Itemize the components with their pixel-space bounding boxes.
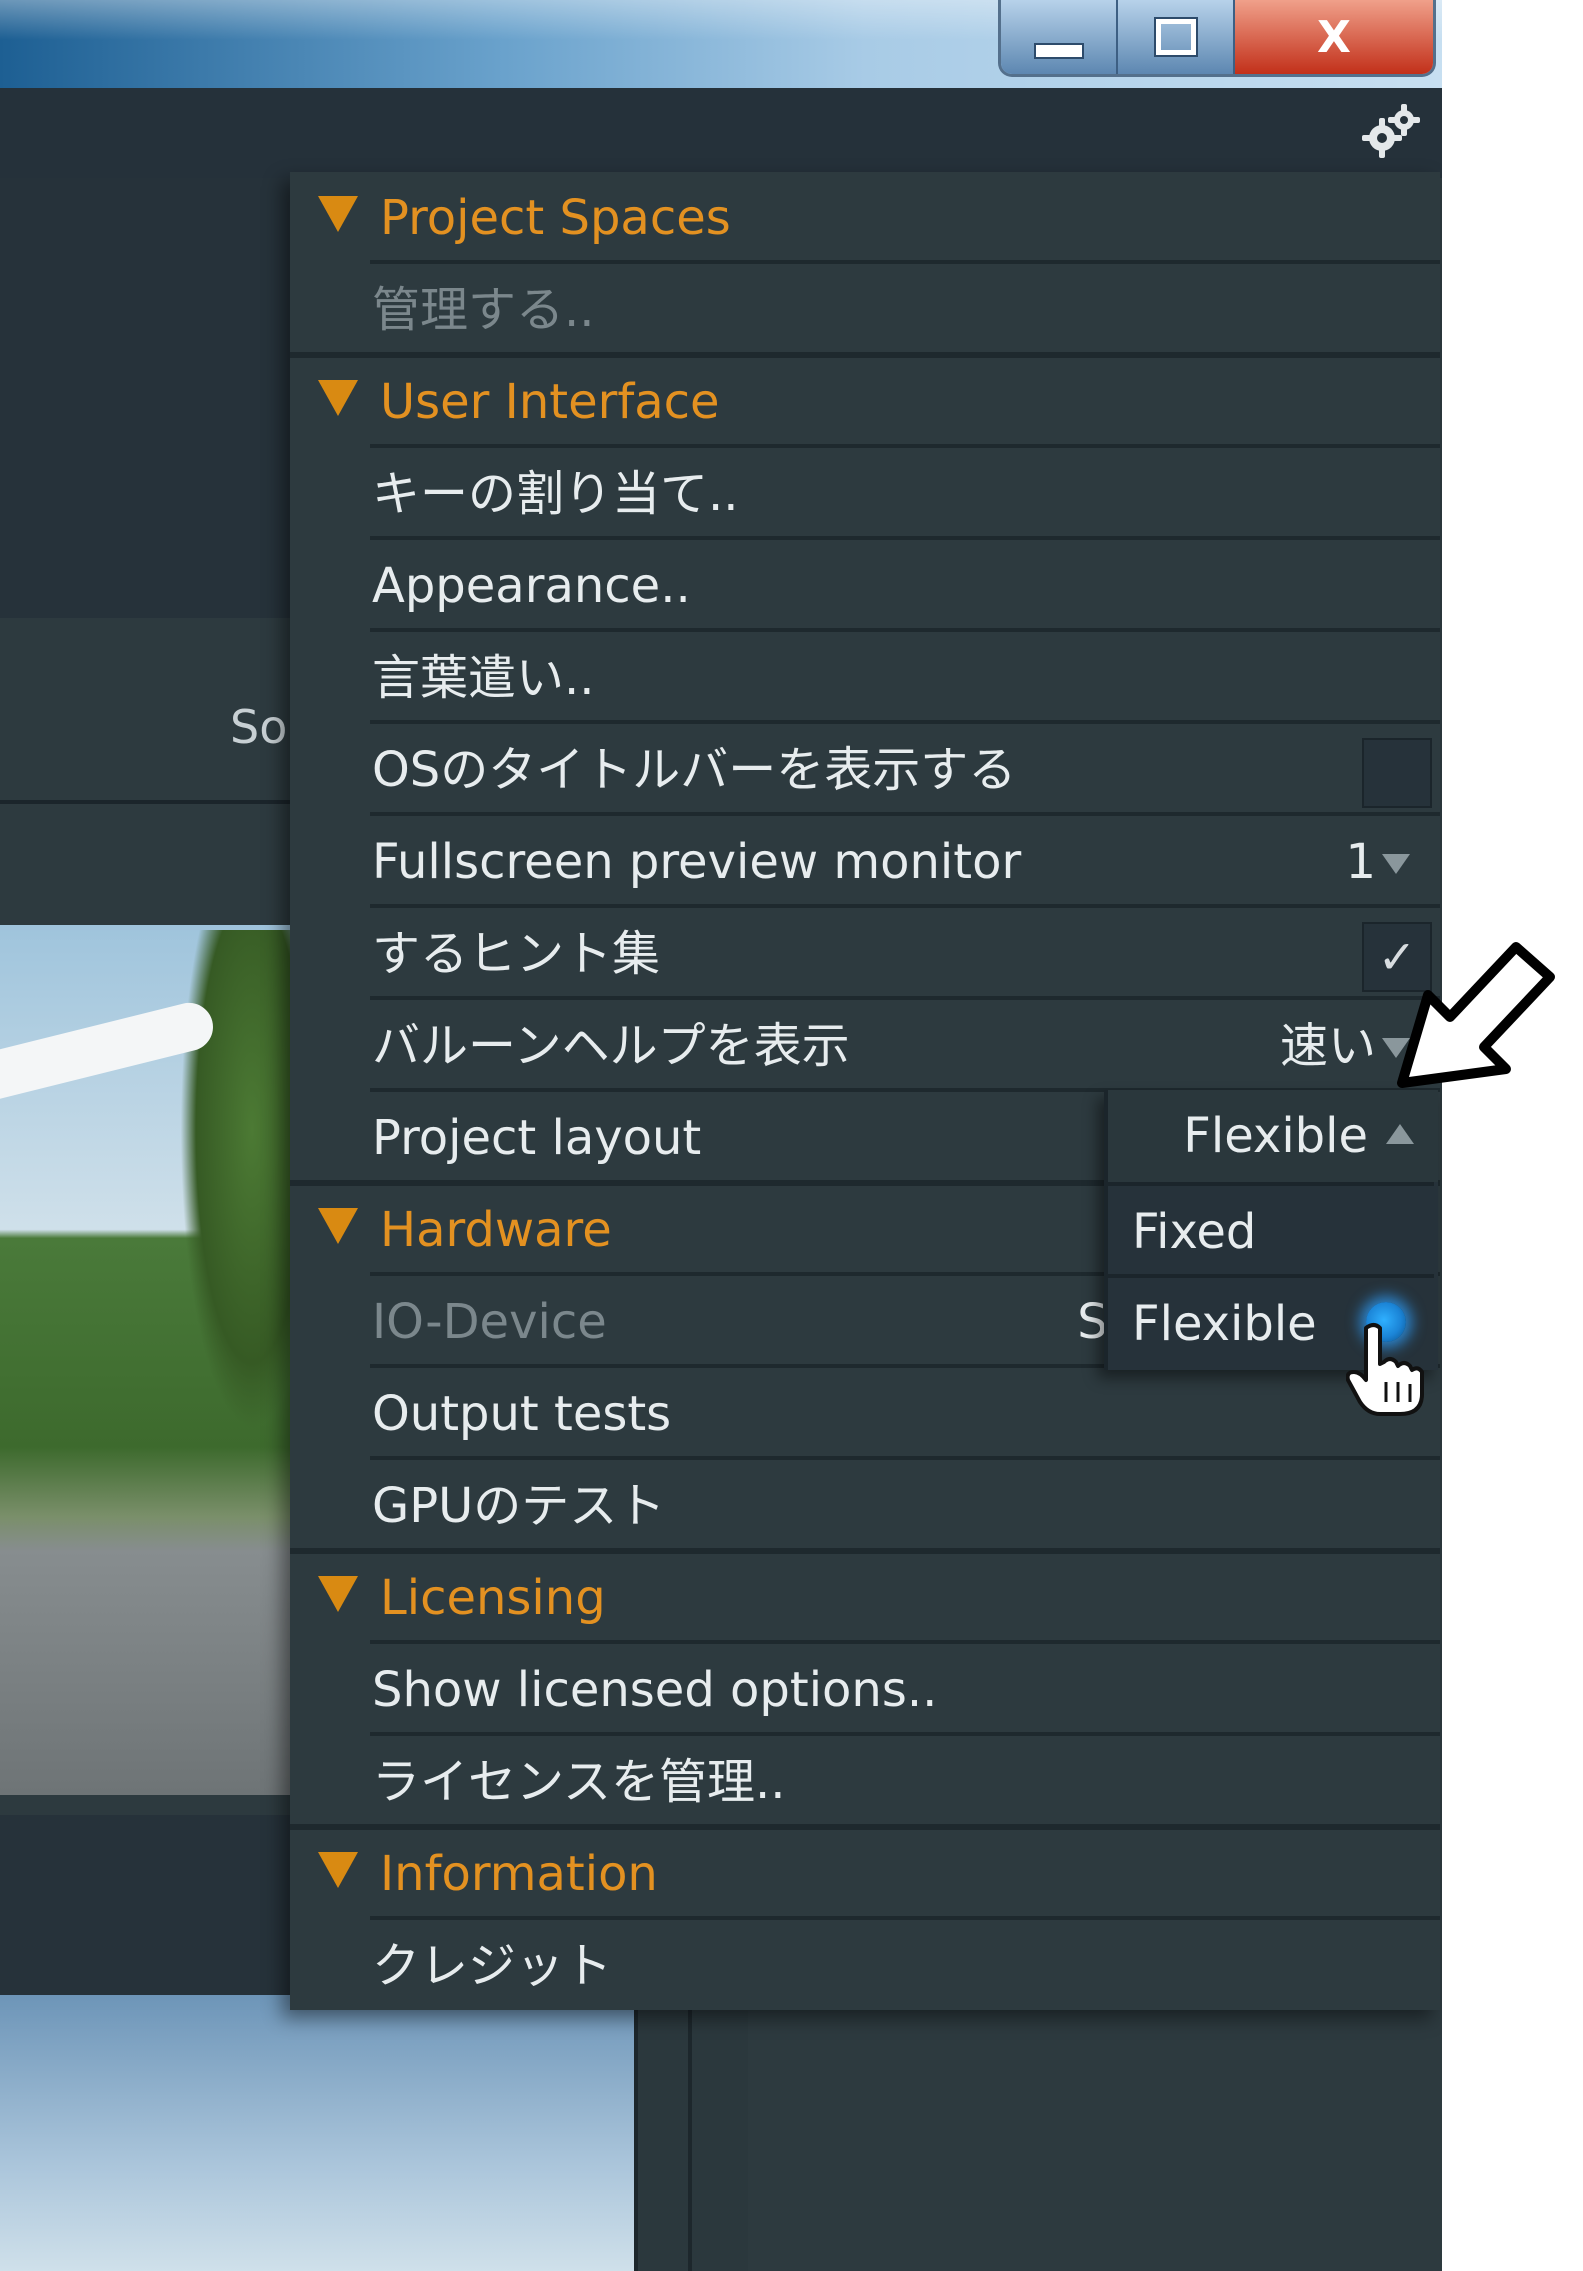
- section-title: Licensing: [380, 1570, 606, 1626]
- menu-item-label: Fullscreen preview monitor: [372, 834, 1022, 890]
- vertical-scrollbar[interactable]: [634, 1995, 748, 2271]
- monitor-value[interactable]: 1: [1345, 816, 1376, 908]
- hand-pointer-icon: [1346, 1323, 1424, 1416]
- minimize-icon: [1033, 43, 1084, 59]
- section-title: Information: [380, 1846, 658, 1902]
- menu-item-hints[interactable]: するヒント集 ✓: [290, 908, 1440, 1000]
- divider: [0, 800, 300, 804]
- menu-item-label: キーの割り当て..: [372, 466, 739, 522]
- menu-item-label: Output tests: [372, 1386, 672, 1442]
- chevron-up-icon[interactable]: [1386, 1124, 1414, 1144]
- menu-item-fullscreen-preview-monitor[interactable]: Fullscreen preview monitor 1: [290, 816, 1440, 908]
- section-title: Project Spaces: [380, 190, 731, 246]
- dropdown-option-fixed[interactable]: Fixed: [1108, 1182, 1434, 1278]
- menu-item-output-tests[interactable]: Output tests: [290, 1368, 1440, 1460]
- menu-item-label: Show licensed options..: [372, 1662, 938, 1718]
- chevron-down-icon[interactable]: [1382, 854, 1410, 874]
- section-title: Hardware: [380, 1202, 612, 1258]
- left-panel: [0, 178, 300, 618]
- menu-item-label: 言葉遣い..: [372, 650, 595, 706]
- triangle-down-icon: [318, 1208, 358, 1244]
- section-header-licensing[interactable]: Licensing: [290, 1552, 1440, 1644]
- menu-item-label: 管理する..: [372, 282, 595, 338]
- menu-item-show-os-titlebar[interactable]: OSのタイトルバーを表示する: [290, 724, 1440, 816]
- menu-item-key-assignment[interactable]: キーの割り当て..: [290, 448, 1440, 540]
- bottom-panel: [0, 1815, 300, 1995]
- menu-item-label: Appearance..: [372, 558, 691, 614]
- triangle-down-icon: [318, 380, 358, 416]
- menu-item-credits[interactable]: クレジット: [290, 1920, 1440, 2012]
- triangle-down-icon: [318, 1576, 358, 1612]
- dropdown-option-label: Flexible: [1132, 1296, 1317, 1352]
- section-header-user-interface[interactable]: User Interface: [290, 356, 1440, 448]
- menu-item-label: するヒント集: [372, 926, 661, 982]
- section-header-information[interactable]: Information: [290, 1828, 1440, 1920]
- section-header-project-spaces[interactable]: Project Spaces: [290, 172, 1440, 264]
- app-window: X So Project Spaces 管理する.. User Interfac…: [0, 0, 1442, 2271]
- dropdown-selected-label: Flexible: [1183, 1108, 1368, 1164]
- menu-item-label: OSのタイトルバーを表示する: [372, 742, 1017, 798]
- menu-item-appearance[interactable]: Appearance..: [290, 540, 1440, 632]
- secondary-preview-image: [0, 1995, 634, 2271]
- triangle-down-icon: [318, 196, 358, 232]
- menu-item-label: Project layout: [372, 1110, 702, 1166]
- source-label: So: [230, 700, 288, 754]
- balloon-help-value[interactable]: 速い: [1280, 1000, 1376, 1092]
- menu-item-label: バルーンヘルプを表示: [372, 1018, 850, 1074]
- menu-item-manage-project-spaces[interactable]: 管理する..: [290, 264, 1440, 356]
- close-icon: X: [1317, 11, 1351, 63]
- dropdown-selected[interactable]: Flexible: [1108, 1090, 1438, 1182]
- arrow-icon: [1397, 942, 1555, 1088]
- menu-item-label: ライセンスを管理..: [372, 1754, 786, 1810]
- menu-item-label: IO-Device: [372, 1294, 607, 1350]
- menu-item-language[interactable]: 言葉遣い..: [290, 632, 1440, 724]
- top-toolbar: [0, 88, 1442, 178]
- menu-item-balloon-help[interactable]: バルーンヘルプを表示 速い: [290, 1000, 1440, 1092]
- dropdown-option-label: Fixed: [1132, 1204, 1257, 1260]
- menu-item-manage-licenses[interactable]: ライセンスを管理..: [290, 1736, 1440, 1828]
- restore-icon: [1153, 17, 1198, 57]
- minimize-button[interactable]: [1001, 0, 1118, 74]
- show-os-titlebar-checkbox[interactable]: [1362, 738, 1432, 808]
- window-controls: X: [998, 0, 1436, 77]
- gear-icon[interactable]: [1360, 100, 1422, 162]
- menu-item-gpu-test[interactable]: GPUのテスト: [290, 1460, 1440, 1552]
- close-button[interactable]: X: [1235, 0, 1433, 74]
- menu-item-label: GPUのテスト: [372, 1478, 666, 1534]
- triangle-down-icon: [318, 1852, 358, 1888]
- menu-item-show-licensed-options[interactable]: Show licensed options..: [290, 1644, 1440, 1736]
- restore-button[interactable]: [1118, 0, 1235, 74]
- menu-item-label: クレジット: [372, 1938, 613, 1994]
- section-title: User Interface: [380, 374, 720, 430]
